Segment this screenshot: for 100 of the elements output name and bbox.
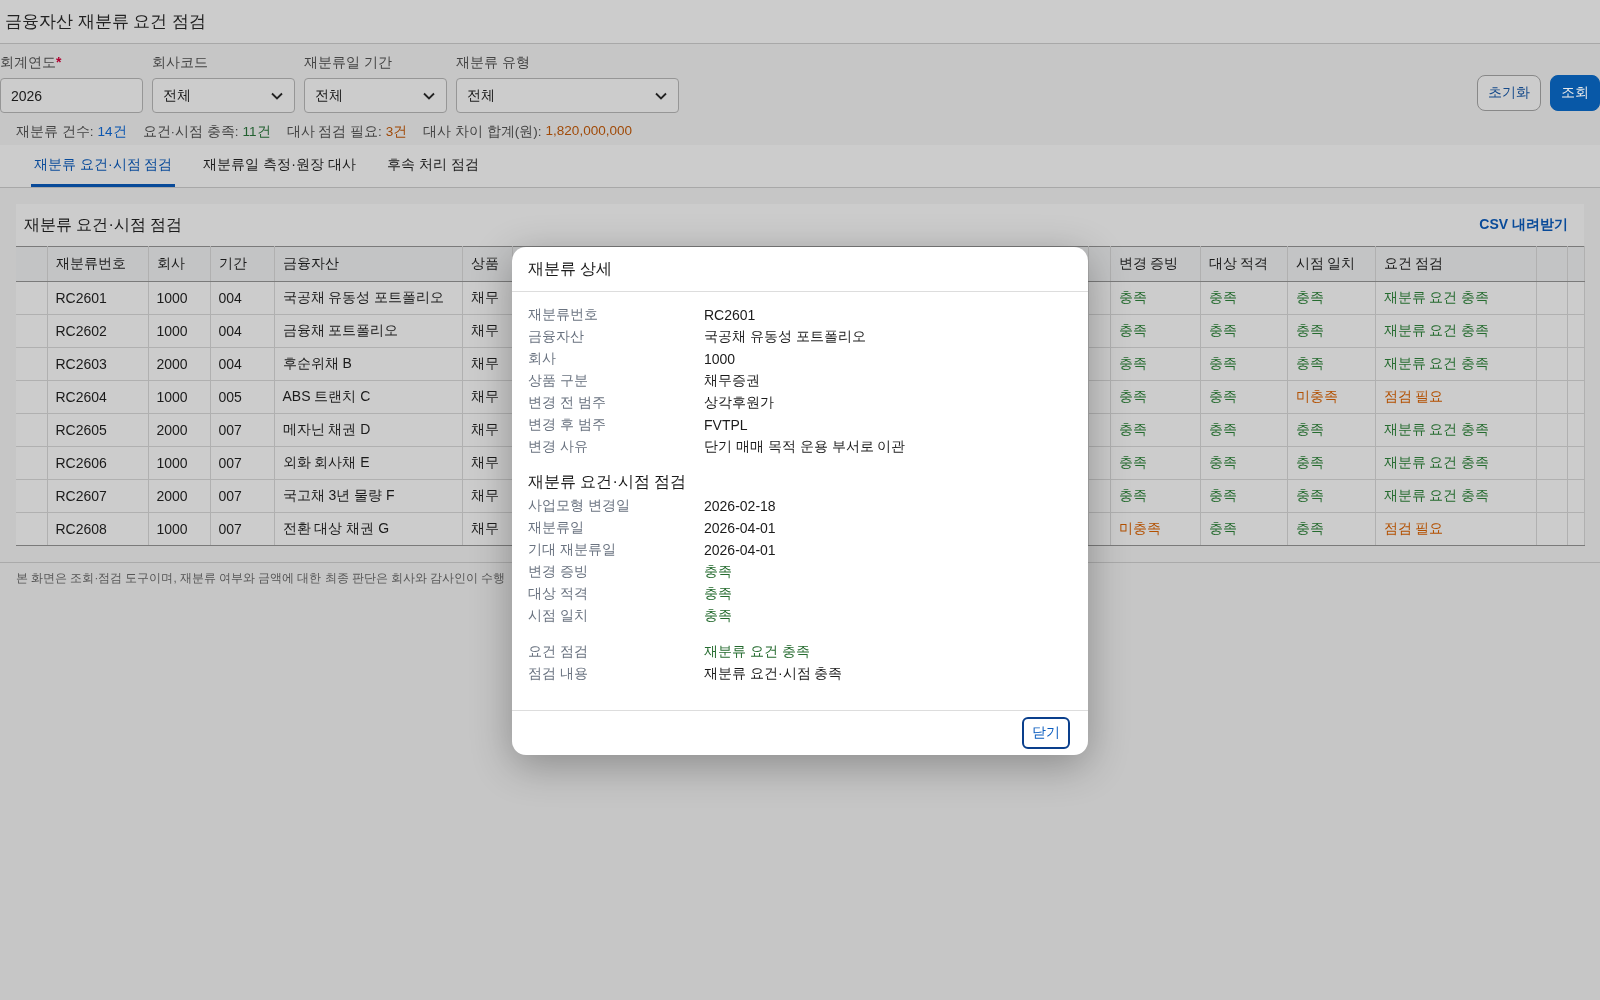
- table-cell: RC2608: [47, 512, 148, 546]
- table-cell: 004: [210, 281, 274, 315]
- summary-label: 대사 차이 합계(원):: [423, 123, 542, 141]
- field-label: 시점 일치: [528, 607, 589, 625]
- status-cell: 미충족: [1287, 380, 1375, 414]
- status-cell: 충족: [1110, 413, 1200, 447]
- column-header: 회사: [148, 246, 210, 282]
- table-cell: 007: [210, 446, 274, 480]
- table-cell: 2000: [148, 479, 210, 513]
- table-cell: RC2607: [47, 479, 148, 513]
- field-value: 2026-04-01: [704, 542, 776, 558]
- table-cell: 1000: [148, 281, 210, 315]
- field-label: 변경 사유: [528, 438, 589, 456]
- status-cell: 충족: [1200, 314, 1287, 348]
- select-field[interactable]: 전체: [152, 78, 295, 113]
- csv-download-link[interactable]: CSV 내려받기: [1479, 216, 1568, 234]
- page-title: 금융자산 재분류 요건 점검: [5, 11, 207, 33]
- status-cell: 충족: [1110, 281, 1200, 315]
- summary-label: 대사 점검 필요:: [286, 123, 382, 141]
- status-cell: 충족: [1287, 446, 1375, 480]
- filter-label: 회사코드: [152, 53, 209, 72]
- column-header: 금융자산: [274, 246, 462, 282]
- table-cell: 국고채 3년 물량 F: [274, 479, 462, 513]
- select-field[interactable]: 전체: [456, 78, 679, 113]
- column-header: 시점 일치: [1287, 246, 1375, 282]
- table-cell: 메자닌 채권 D: [274, 413, 462, 447]
- table-cell: 국공채 유동성 포트폴리오: [274, 281, 462, 315]
- field-value: 충족: [704, 585, 732, 603]
- field-value: 채무증권: [704, 372, 760, 390]
- table-cell: RC2605: [47, 413, 148, 447]
- status-cell: 충족: [1200, 479, 1287, 513]
- summary-value: 14건: [97, 123, 127, 141]
- status-cell: 충족: [1287, 479, 1375, 513]
- field-value: 국공채 유동성 포트폴리오: [704, 328, 866, 346]
- field-label: 변경 전 범주: [528, 394, 607, 412]
- reset-button[interactable]: 초기화: [1477, 75, 1541, 111]
- table-cell: 2000: [148, 347, 210, 381]
- table-cell: 007: [210, 512, 274, 546]
- column-header: 변경 증빙: [1110, 246, 1200, 282]
- field-value: 재분류 요건 충족: [704, 643, 810, 661]
- field-label: 재분류일: [528, 519, 585, 537]
- status-cell: 충족: [1287, 347, 1375, 381]
- column-header: 상품: [462, 246, 512, 282]
- status-cell: 재분류 요건 충족: [1375, 446, 1536, 480]
- status-cell: 충족: [1287, 413, 1375, 447]
- tab[interactable]: 재분류일 측정·원장 대사: [200, 145, 359, 187]
- tab[interactable]: 후속 처리 점검: [383, 145, 482, 187]
- status-cell: 재분류 요건 충족: [1375, 281, 1536, 315]
- table-cell: 1000: [148, 314, 210, 348]
- table-cell: 금융채 포트폴리오: [274, 314, 462, 348]
- column-header: 대상 적격: [1200, 246, 1287, 282]
- status-cell: 충족: [1200, 512, 1287, 546]
- field-label: 대상 적격: [528, 585, 589, 603]
- table-cell: 004: [210, 314, 274, 348]
- select-field[interactable]: 전체: [304, 78, 447, 113]
- field-label: 변경 증빙: [528, 563, 589, 581]
- status-cell: 충족: [1110, 479, 1200, 513]
- status-cell: 재분류 요건 충족: [1375, 413, 1536, 447]
- status-cell: 충족: [1287, 512, 1375, 546]
- table-cell: RC2603: [47, 347, 148, 381]
- field-label: 회사: [528, 350, 557, 368]
- footnote: 본 화면은 조회·점검 도구이며, 재분류 여부와 금액에 대한 최종 판단은 회사와 감사인이 수행: [16, 572, 506, 584]
- status-cell: 충족: [1287, 281, 1375, 315]
- table-cell: 전환 대상 채권 G: [274, 512, 462, 546]
- table-cell: 007: [210, 413, 274, 447]
- field-value: 상각후원가: [704, 394, 774, 412]
- field-value: 충족: [704, 607, 732, 625]
- status-cell: 충족: [1200, 413, 1287, 447]
- filter-label: 회계연도*: [0, 53, 63, 72]
- status-cell: 미충족: [1110, 512, 1200, 546]
- status-cell: 충족: [1110, 347, 1200, 381]
- status-cell: 재분류 요건 충족: [1375, 347, 1536, 381]
- summary-label: 요건·시점 충족:: [142, 123, 239, 141]
- field-value: 2026-04-01: [704, 520, 776, 536]
- table-cell: 004: [210, 347, 274, 381]
- column-header: 기간: [210, 246, 274, 282]
- table-cell: RC2604: [47, 380, 148, 414]
- tab[interactable]: 재분류 요건·시점 점검: [31, 145, 176, 187]
- summary-label: 재분류 건수:: [16, 123, 94, 141]
- table-cell: 외화 회사채 E: [274, 446, 462, 480]
- table-cell: 2000: [148, 413, 210, 447]
- status-cell: 점검 필요: [1375, 512, 1536, 546]
- status-cell: 점검 필요: [1375, 380, 1536, 414]
- card-title: 재분류 요건·시점 점검: [24, 214, 183, 235]
- field-value: 재분류 요건·시점 충족: [704, 665, 843, 683]
- table-cell: 1000: [148, 380, 210, 414]
- dialog-title: 재분류 상세: [528, 258, 613, 279]
- table-cell: ABS 트랜치 C: [274, 380, 462, 414]
- year-input[interactable]: 2026: [0, 78, 143, 113]
- table-cell: RC2602: [47, 314, 148, 348]
- summary-value: 11건: [242, 123, 271, 141]
- status-cell: 충족: [1200, 281, 1287, 315]
- status-cell: 재분류 요건 충족: [1375, 314, 1536, 348]
- table-cell: RC2606: [47, 446, 148, 480]
- search-button[interactable]: 조회: [1550, 75, 1600, 111]
- status-cell: 충족: [1110, 314, 1200, 348]
- field-value: RC2601: [704, 307, 756, 323]
- table-cell: 1000: [148, 446, 210, 480]
- status-cell: 충족: [1110, 380, 1200, 414]
- close-button[interactable]: 닫기: [1022, 717, 1070, 749]
